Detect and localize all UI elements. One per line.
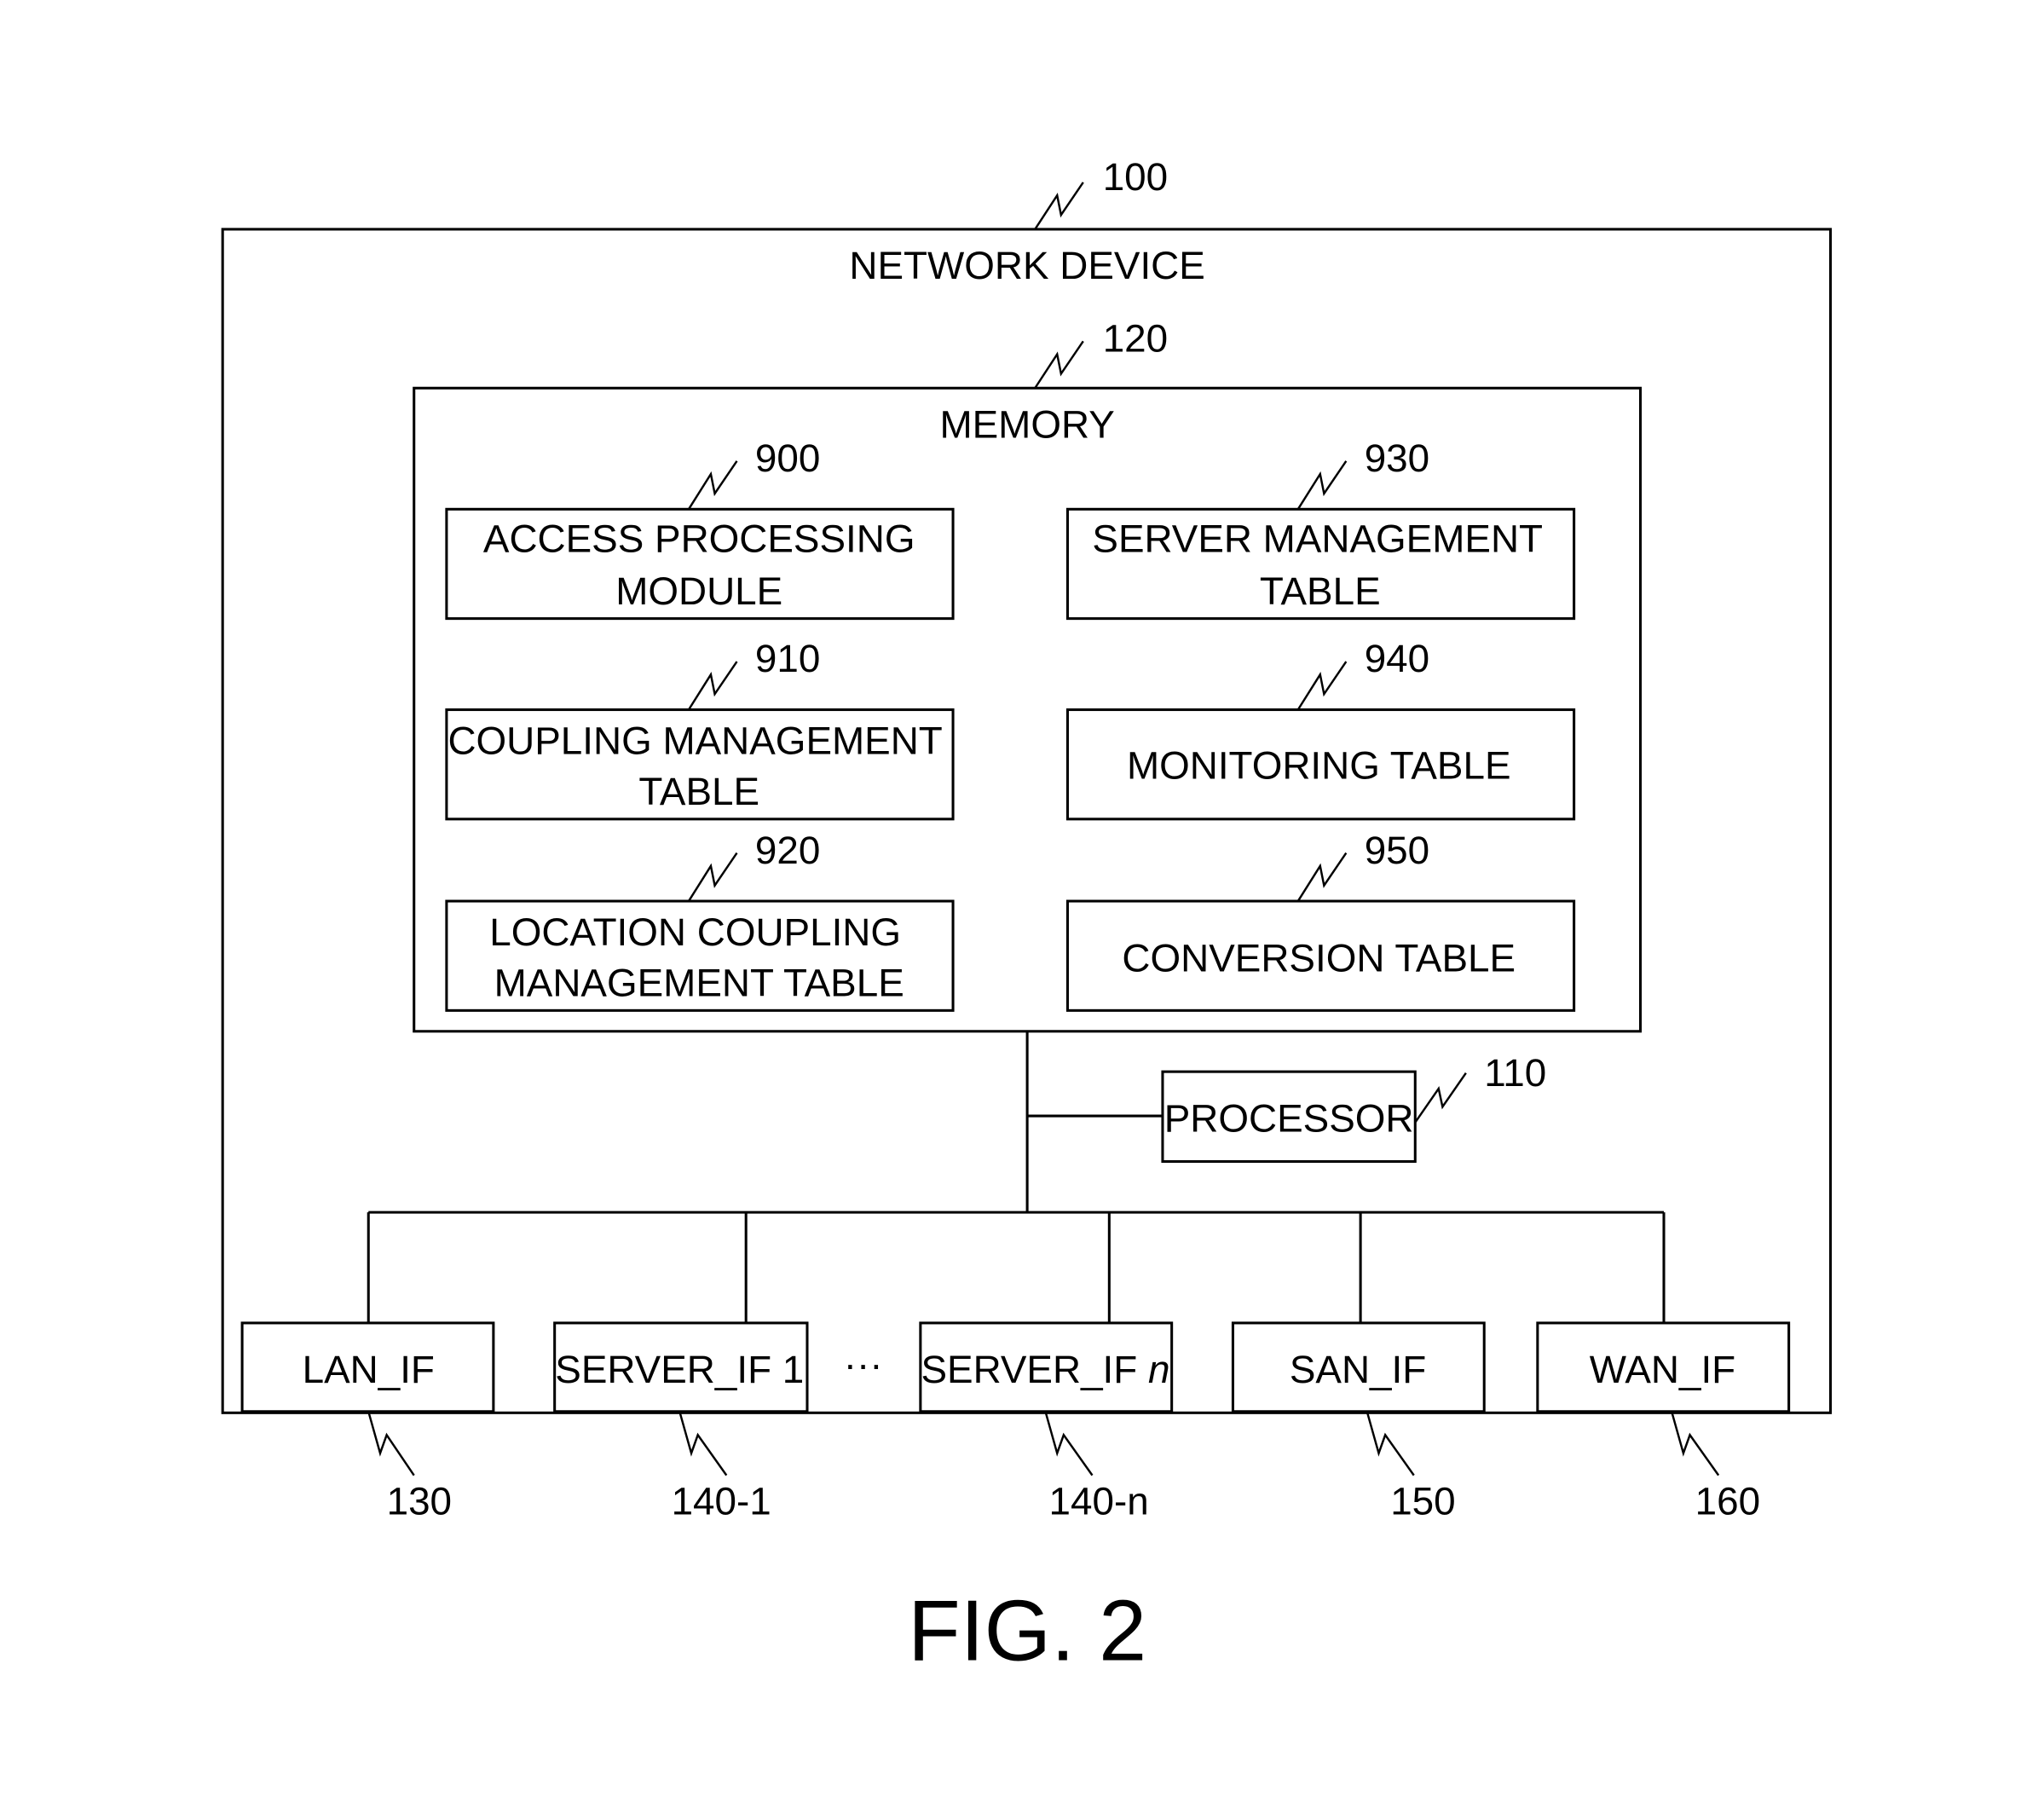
module-label-line1: COUPLING MANAGEMENT [447,719,942,762]
ref-number-900: 900 [755,436,820,480]
ref-number-910: 910 [755,637,820,680]
ref-number-950: 950 [1365,829,1429,872]
ref-number-140-n: 140-n [1049,1479,1149,1523]
ellipsis-more-servers: ··· [844,1343,883,1386]
module-label-line2: MODULE [615,569,782,613]
ref-number-930: 930 [1365,436,1429,480]
leader-line-130 [367,1411,415,1476]
interface-label: LAN_IF [303,1348,435,1391]
module-label-line1: SERVER MANAGEMENT [1092,517,1543,561]
module-label-line1: MONITORING TABLE [1127,743,1511,787]
interface-wan: WAN_IF 160 [1536,1321,1791,1523]
network-device-diagram: NETWORK DEVICE 100 MEMORY 120 ACCESS PRO… [221,155,1833,1679]
module-label-line2: MANAGEMENT TABLE [494,962,904,1005]
ref-number-100: 100 [1103,155,1168,199]
interface-lan: LAN_IF 130 [240,1321,495,1523]
module-label-line2: TABLE [638,770,759,813]
interface-label-italic-n: n [1148,1348,1169,1391]
interface-label: WAN_IF [1590,1348,1735,1391]
interface-label-text: SERVER_IF [921,1348,1149,1391]
interface-label: SERVER_IF n [921,1348,1170,1391]
ref-number-110: 110 [1484,1051,1546,1095]
leader-line-150 [1366,1411,1415,1476]
module-label-line1: CONVERSION TABLE [1122,937,1516,980]
leader-line-100 [1034,182,1084,230]
network-device-label: NETWORK DEVICE [849,244,1204,287]
module-label-line1: LOCATION COUPLING [489,910,901,954]
ref-number-130: 130 [387,1479,452,1523]
leader-line-140-1 [678,1411,728,1476]
memory-label: MEMORY [939,402,1114,446]
leader-line-140-n [1044,1411,1094,1476]
interface-server-1: SERVER_IF 1 140-1 [553,1321,809,1523]
interface-san: SAN_IF 150 [1231,1321,1486,1523]
ref-number-120: 120 [1103,316,1168,360]
ref-number-940: 940 [1365,637,1429,680]
leader-line-160 [1670,1411,1720,1476]
module-label-line2: TABLE [1260,569,1381,613]
figure-caption: FIG. 2 [908,1584,1146,1679]
interface-label: SAN_IF [1290,1348,1426,1391]
interface-server-n: SERVER_IF n 140-n [919,1321,1174,1523]
module-label-line1: ACCESS PROCESSING [483,517,915,561]
ref-number-920: 920 [755,829,820,872]
ref-number-160: 160 [1695,1479,1760,1523]
processor-label: PROCESSOR [1164,1096,1414,1140]
ref-number-140-1: 140-1 [672,1479,771,1523]
interface-label: SERVER_IF 1 [555,1348,804,1391]
ref-number-150: 150 [1390,1479,1455,1523]
